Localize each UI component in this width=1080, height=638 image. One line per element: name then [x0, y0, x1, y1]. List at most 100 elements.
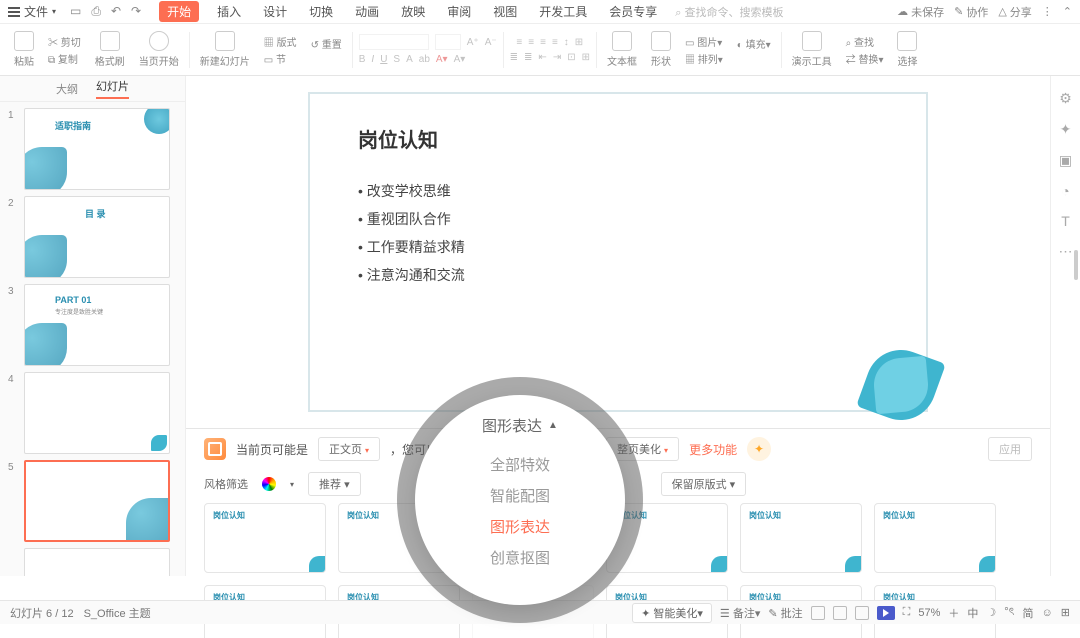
thumb-5[interactable]: [24, 460, 170, 542]
weather-icon[interactable]: °ৎ: [1004, 603, 1014, 622]
apply-button[interactable]: 应用: [988, 437, 1032, 461]
smart-beautify-button[interactable]: ✦ 智能美化▾: [632, 603, 712, 623]
thumbnail-list[interactable]: 1适职指南 2目 录 3PART 01专注度是致胜关键 4 5 ＋: [0, 102, 185, 576]
paste-group[interactable]: 粘贴: [10, 31, 38, 68]
page-indicator: 幻灯片 6 / 12: [10, 605, 74, 621]
font-size[interactable]: [435, 34, 461, 50]
tab-transition[interactable]: 切换: [305, 1, 337, 22]
command-search[interactable]: ⌕ 查找命令、搜索模板: [675, 4, 783, 20]
view-sorter-icon[interactable]: [833, 606, 847, 620]
textbox-button[interactable]: 文本框: [603, 31, 641, 68]
smiley-icon[interactable]: ☺: [1042, 607, 1053, 619]
image-button[interactable]: ▭ 图片▾: [685, 34, 723, 49]
tab-view[interactable]: 视图: [489, 1, 521, 22]
ai-card[interactable]: 岗位认知: [874, 503, 996, 573]
dropdown-magnifier: 图形表达▲ 全部特效 智能配图 图形表达 创意抠图: [415, 395, 625, 605]
from-current[interactable]: 当页开始: [135, 31, 183, 68]
layout-button[interactable]: ▦ 版式: [264, 34, 297, 49]
select-button[interactable]: 选择: [893, 31, 921, 68]
file-menu[interactable]: 文件 ▾: [8, 3, 56, 20]
section-button[interactable]: ▭ 节: [264, 51, 297, 66]
new-slide[interactable]: 新建幻灯片: [196, 31, 254, 68]
search-icon: ⌕: [675, 7, 681, 19]
dropdown-options: 全部特效 智能配图 图形表达 创意抠图: [490, 454, 550, 568]
rb-layers-icon[interactable]: ▣: [1059, 152, 1072, 169]
redo-icon[interactable]: ↷: [131, 4, 141, 19]
opt-smart-image[interactable]: 智能配图: [490, 485, 550, 506]
ai-card[interactable]: 岗位认知: [204, 503, 326, 573]
rb-clock-icon[interactable]: ◔: [1061, 183, 1069, 199]
filter-rec[interactable]: 推荐 ▾: [308, 472, 361, 496]
share-chip[interactable]: △ 分享: [998, 4, 1031, 20]
cut-button[interactable]: ✂ 剪切: [48, 34, 81, 49]
moon-icon[interactable]: ☽: [986, 606, 996, 619]
ribbon-tabs: 开始 插入 设计 切换 动画 放映 审阅 视图 开发工具 会员专享: [159, 1, 661, 22]
underline-button[interactable]: U: [380, 54, 387, 65]
print-icon[interactable]: ⎙: [91, 4, 101, 19]
copy-button[interactable]: ⧉ 复制: [48, 51, 81, 66]
ai-card[interactable]: 岗位认知: [740, 503, 862, 573]
reset-button[interactable]: ↺ 重置: [311, 36, 342, 51]
more-link[interactable]: 更多功能: [689, 441, 737, 458]
italic-button[interactable]: I: [371, 54, 374, 65]
tab-devtools[interactable]: 开发工具: [535, 1, 591, 22]
fit-icon[interactable]: ⛶: [903, 606, 911, 619]
tab-slideshow[interactable]: 放映: [397, 1, 429, 22]
rb-more-icon[interactable]: ⋯: [1059, 243, 1073, 260]
tab-insert[interactable]: 插入: [213, 1, 245, 22]
ai-card[interactable]: 岗位认知: [606, 503, 728, 573]
rb-settings-icon[interactable]: ⚙: [1059, 90, 1072, 107]
zoom-level[interactable]: 57%: [918, 607, 940, 619]
tab-design[interactable]: 设计: [259, 1, 291, 22]
replace-button[interactable]: ⇄ 替换▾: [846, 51, 884, 66]
tab-review[interactable]: 审阅: [443, 1, 475, 22]
save-icon[interactable]: ▭: [70, 4, 81, 19]
opt-all[interactable]: 全部特效: [490, 454, 550, 475]
scope-pill[interactable]: 整页美化▾: [606, 437, 679, 461]
current-slide[interactable]: 岗位认知 改变学校思维 重视团队合作 工作要精益求精 注意沟通和交流: [308, 92, 928, 412]
more-icon[interactable]: ⋮: [1042, 5, 1053, 18]
collapse-icon[interactable]: ⌃: [1063, 5, 1072, 18]
format-painter[interactable]: 格式刷: [91, 31, 129, 68]
thumb-2[interactable]: 目 录: [24, 196, 170, 278]
rb-sparkle-icon[interactable]: ✦: [1060, 121, 1072, 138]
dropdown-header[interactable]: 图形表达▲: [482, 415, 558, 436]
font-family[interactable]: [359, 34, 429, 50]
ime-zh[interactable]: 中: [967, 605, 978, 621]
ribbon: 粘贴 ✂ 剪切 ⧉ 复制 格式刷 当页开始 新建幻灯片 ▦ 版式 ▭ 节 ↺ 重…: [0, 24, 1080, 76]
tab-animation[interactable]: 动画: [351, 1, 383, 22]
find-button[interactable]: ⌕ 查找: [846, 34, 884, 49]
color-filter[interactable]: [262, 477, 276, 491]
rb-text-icon[interactable]: T: [1061, 213, 1070, 229]
simplified-toggle[interactable]: 简: [1023, 605, 1034, 621]
bulb-icon[interactable]: ✦: [747, 437, 771, 461]
comments-button[interactable]: ✎ 批注: [768, 605, 802, 621]
coop-chip[interactable]: ✎ 协作: [954, 4, 988, 20]
view-normal-icon[interactable]: [811, 606, 825, 620]
present-tools[interactable]: 演示工具: [788, 31, 836, 68]
fill-button[interactable]: ◐ 填充▾: [737, 36, 771, 51]
thumb-3[interactable]: PART 01专注度是致胜关键: [24, 284, 170, 366]
slideshow-button[interactable]: [877, 606, 895, 620]
add-slide[interactable]: ＋: [24, 548, 170, 576]
unsaved-chip[interactable]: ☁ 未保存: [897, 4, 944, 20]
notes-button[interactable]: ☰ 备注▾: [720, 605, 760, 621]
zoom-in-icon[interactable]: ＋: [948, 605, 959, 621]
tab-vip[interactable]: 会员专享: [605, 1, 661, 22]
grid-icon[interactable]: ⊞: [1061, 606, 1070, 619]
bold-button[interactable]: B: [359, 54, 366, 65]
view-reading-icon[interactable]: [855, 606, 869, 620]
filter-keep[interactable]: 保留原版式 ▾: [661, 472, 747, 496]
doctype-pill[interactable]: 正文页▾: [318, 437, 380, 461]
opt-creative-cutout[interactable]: 创意抠图: [490, 547, 550, 568]
opt-shape-express[interactable]: 图形表达: [490, 516, 550, 537]
thumb-1[interactable]: 适职指南: [24, 108, 170, 190]
tab-outline[interactable]: 大纲: [56, 81, 78, 97]
slide-title: 岗位认知: [358, 124, 878, 153]
thumb-4[interactable]: [24, 372, 170, 454]
shape-button[interactable]: 形状: [647, 31, 675, 68]
undo-icon[interactable]: ↶: [111, 4, 121, 19]
arrange-button[interactable]: ▦ 排列▾: [685, 51, 723, 66]
tab-thumbs[interactable]: 幻灯片: [96, 78, 129, 99]
tab-start[interactable]: 开始: [159, 1, 199, 22]
